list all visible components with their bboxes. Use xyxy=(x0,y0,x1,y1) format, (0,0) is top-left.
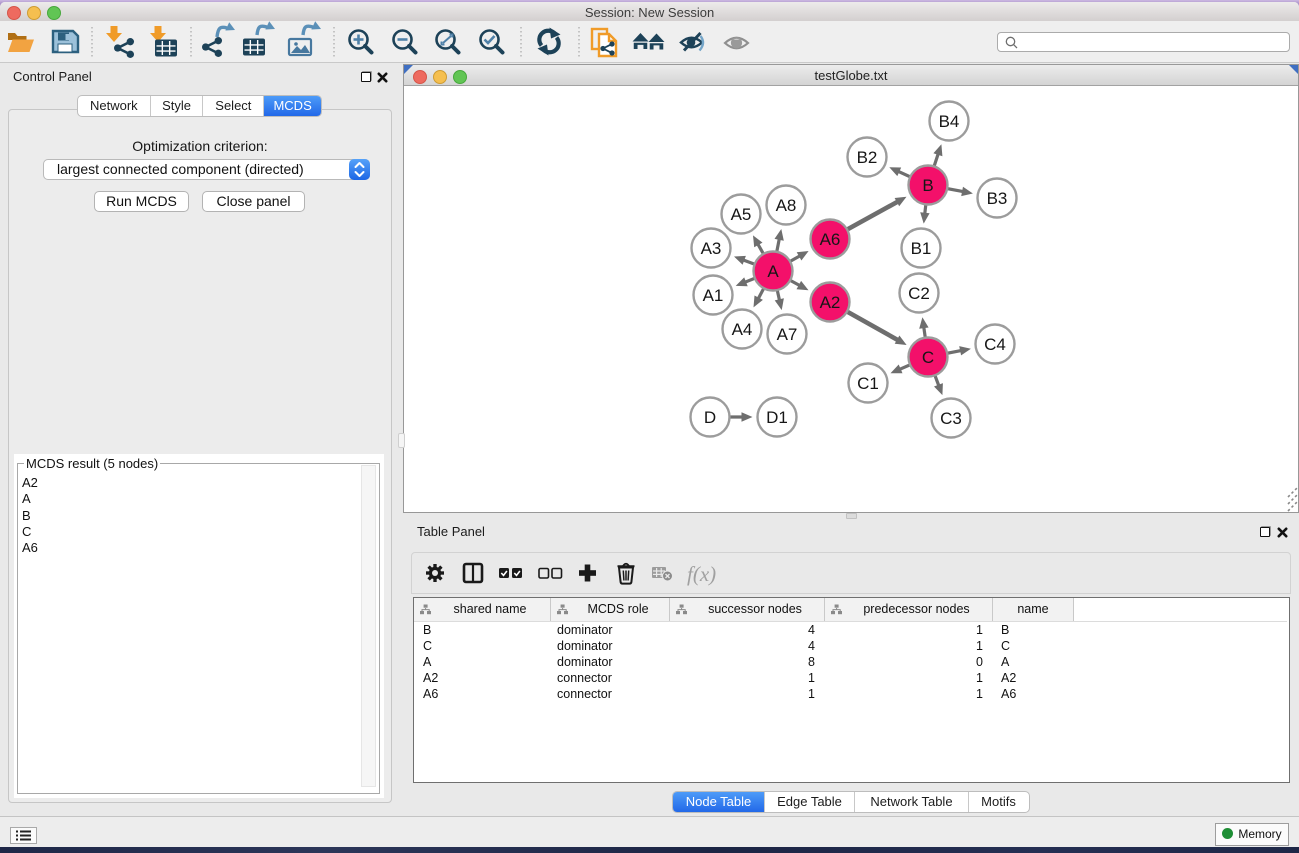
svg-text:A6: A6 xyxy=(820,230,841,249)
svg-text:A8: A8 xyxy=(776,196,797,215)
svg-text:C4: C4 xyxy=(984,335,1006,354)
svg-text:C2: C2 xyxy=(908,284,930,303)
svg-text:A1: A1 xyxy=(703,286,724,305)
svg-text:A7: A7 xyxy=(777,325,798,344)
svg-text:B: B xyxy=(922,176,933,195)
svg-text:C: C xyxy=(922,348,934,367)
svg-text:A4: A4 xyxy=(732,320,753,339)
svg-text:B3: B3 xyxy=(987,189,1008,208)
svg-text:C3: C3 xyxy=(940,409,962,428)
svg-text:B1: B1 xyxy=(911,239,932,258)
svg-text:B2: B2 xyxy=(857,148,878,167)
svg-text:f(x): f(x) xyxy=(687,562,716,586)
svg-text:A3: A3 xyxy=(701,239,722,258)
svg-text:A2: A2 xyxy=(820,293,841,312)
svg-text:C1: C1 xyxy=(857,374,879,393)
svg-text:B4: B4 xyxy=(939,112,960,131)
svg-text:A: A xyxy=(767,262,779,281)
svg-text:D1: D1 xyxy=(766,408,788,427)
svg-text:D: D xyxy=(704,408,716,427)
svg-text:A5: A5 xyxy=(731,205,752,224)
